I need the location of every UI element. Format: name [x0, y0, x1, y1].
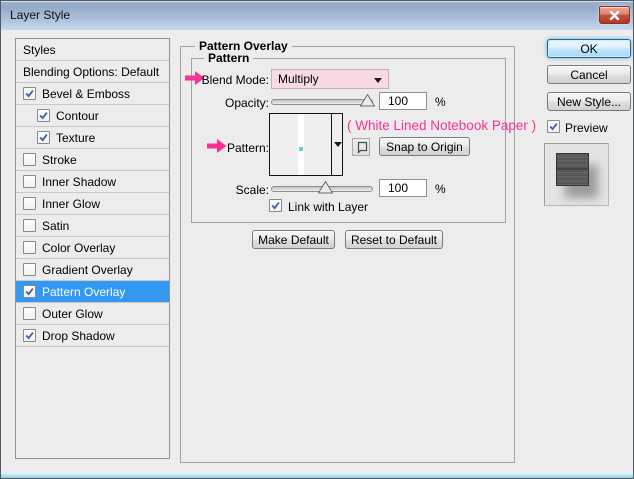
- sidebar-item-outer-glow[interactable]: Outer Glow: [16, 303, 169, 325]
- divider: [331, 114, 332, 175]
- pattern-swatch-dot: [299, 147, 303, 151]
- style-preview-square: [556, 153, 589, 186]
- link-with-layer-checkbox[interactable]: [269, 199, 282, 212]
- cancel-button[interactable]: Cancel: [547, 65, 631, 84]
- reset-to-default-label: Reset to Default: [350, 232, 438, 247]
- sidebar-item-contour[interactable]: Contour: [16, 105, 169, 127]
- scale-input[interactable]: [379, 179, 427, 197]
- sidebar-item-label: Texture: [56, 130, 96, 145]
- chevron-down-icon: [374, 78, 382, 83]
- snap-to-origin-button[interactable]: Snap to Origin: [379, 137, 470, 156]
- new-style-button[interactable]: New Style...: [547, 92, 631, 111]
- opacity-slider-thumb[interactable]: [360, 94, 376, 107]
- check-icon: [25, 287, 34, 296]
- check-icon: [271, 201, 280, 210]
- check-icon: [39, 111, 48, 120]
- style-checkbox[interactable]: [37, 109, 50, 122]
- ok-label: OK: [580, 41, 598, 56]
- new-preset-icon: [357, 141, 367, 154]
- sidebar-item-bevel-emboss[interactable]: Bevel & Emboss: [16, 83, 169, 105]
- sidebar-item-inner-glow[interactable]: Inner Glow: [16, 193, 169, 215]
- pattern-label: Pattern:: [226, 141, 269, 155]
- opacity-label: Opacity:: [224, 96, 269, 110]
- sidebar-item-label: Stroke: [42, 152, 77, 167]
- sidebar-item-label: Inner Shadow: [42, 174, 117, 189]
- chevron-down-icon[interactable]: [334, 142, 342, 147]
- sidebar-item-satin[interactable]: Satin: [16, 215, 169, 237]
- check-icon: [549, 122, 558, 131]
- sidebar-item-texture[interactable]: Texture: [16, 127, 169, 149]
- sidebar-item-stroke[interactable]: Stroke: [16, 149, 169, 171]
- sidebar-item-label: Satin: [42, 218, 70, 233]
- cancel-label: Cancel: [570, 67, 608, 82]
- sidebar-item-label: Styles: [23, 42, 56, 57]
- blend-mode-value: Multiply: [278, 72, 319, 86]
- style-checkbox[interactable]: [23, 285, 36, 298]
- style-checkbox[interactable]: [23, 153, 36, 166]
- scale-unit: %: [435, 182, 446, 196]
- link-with-layer-label: Link with Layer: [288, 200, 369, 214]
- sidebar-item-label: Outer Glow: [42, 306, 103, 321]
- make-default-label: Make Default: [258, 232, 329, 247]
- style-checkbox[interactable]: [23, 307, 36, 320]
- pattern-swatch-picker[interactable]: [269, 113, 343, 176]
- sidebar-item-blending-options-default[interactable]: Blending Options: Default: [16, 61, 169, 83]
- new-style-label: New Style...: [556, 94, 622, 109]
- sidebar-item-pattern-overlay[interactable]: Pattern Overlay: [16, 281, 169, 303]
- ok-button[interactable]: OK: [547, 39, 631, 58]
- titlebar: Layer Style: [1, 1, 633, 30]
- style-checkbox[interactable]: [37, 131, 50, 144]
- style-checkbox[interactable]: [23, 197, 36, 210]
- style-checkbox[interactable]: [23, 241, 36, 254]
- sidebar-item-label: Contour: [56, 108, 99, 123]
- check-icon: [25, 331, 34, 340]
- opacity-slider-track[interactable]: [271, 99, 373, 105]
- sidebar-item-label: Drop Shadow: [42, 328, 115, 343]
- sidebar-item-label: Pattern Overlay: [42, 284, 126, 299]
- pattern-group-title: Pattern: [204, 51, 254, 65]
- style-checkbox[interactable]: [23, 219, 36, 232]
- style-checkbox[interactable]: [23, 175, 36, 188]
- sidebar-item-label: Bevel & Emboss: [42, 86, 131, 101]
- sidebar-item-inner-shadow[interactable]: Inner Shadow: [16, 171, 169, 193]
- pattern-annotation: ( White Lined Notebook Paper ): [347, 118, 537, 133]
- window-title: Layer Style: [10, 8, 71, 22]
- style-preview-thumbnail: [544, 143, 609, 206]
- sidebar-item-styles[interactable]: Styles: [16, 39, 169, 61]
- blend-mode-label: Blend Mode:: [201, 73, 269, 87]
- sidebar-item-label: Blending Options: Default: [23, 64, 160, 79]
- layer-style-dialog: Layer Style Styles Blending Options: Def…: [0, 0, 634, 479]
- close-button[interactable]: [599, 6, 630, 24]
- blend-mode-dropdown[interactable]: Multiply: [271, 69, 389, 89]
- close-icon: [609, 10, 620, 20]
- sidebar-item-color-overlay[interactable]: Color Overlay: [16, 237, 169, 259]
- snap-to-origin-label: Snap to Origin: [386, 139, 463, 154]
- styles-list: Styles Blending Options: Default Bevel &…: [15, 38, 170, 459]
- sidebar-item-label: Color Overlay: [42, 240, 116, 255]
- sidebar-item-drop-shadow[interactable]: Drop Shadow: [16, 325, 169, 347]
- sidebar-item-gradient-overlay[interactable]: Gradient Overlay: [16, 259, 169, 281]
- style-checkbox[interactable]: [23, 263, 36, 276]
- window-bottom-border: [1, 473, 633, 478]
- check-icon: [25, 89, 34, 98]
- pattern-swatch-stripe: [298, 114, 304, 175]
- preview-checkbox[interactable]: [547, 120, 560, 133]
- reset-to-default-button[interactable]: Reset to Default: [345, 230, 443, 249]
- style-checkbox[interactable]: [23, 87, 36, 100]
- sidebar-item-label: Gradient Overlay: [42, 262, 133, 277]
- make-default-button[interactable]: Make Default: [252, 230, 335, 249]
- opacity-input[interactable]: [379, 92, 427, 110]
- preview-label: Preview: [565, 121, 608, 135]
- sidebar-item-label: Inner Glow: [42, 196, 101, 211]
- scale-slider-thumb[interactable]: [317, 181, 333, 194]
- check-icon: [39, 133, 48, 142]
- opacity-unit: %: [435, 95, 446, 109]
- style-checkbox[interactable]: [23, 329, 36, 342]
- new-preset-button[interactable]: [352, 138, 370, 156]
- scale-label: Scale:: [235, 183, 269, 197]
